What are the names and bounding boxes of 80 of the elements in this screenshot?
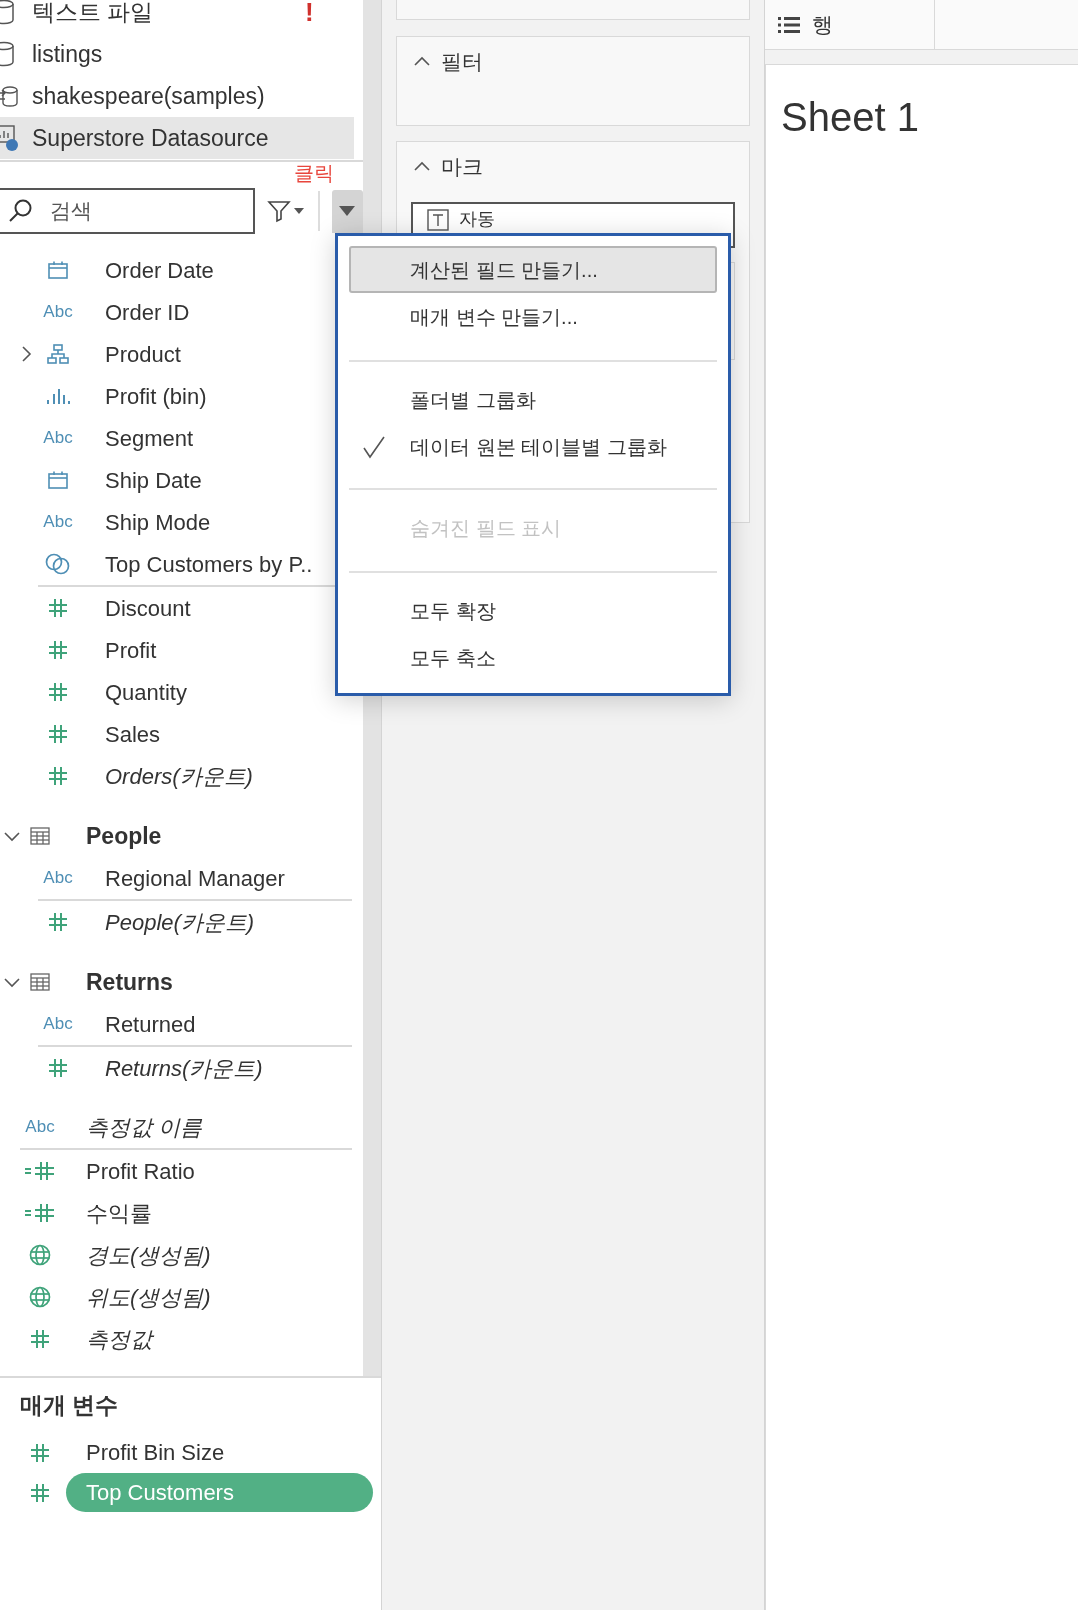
- sheet-title: Sheet 1: [781, 94, 920, 141]
- caret-icon: [294, 208, 304, 214]
- calculated-hash-icon: [25, 1161, 55, 1181]
- field-name[interactable]: Order Date: [105, 253, 214, 287]
- section-title: 매개 변수: [20, 1391, 120, 1420]
- table-name[interactable]: Returns: [86, 964, 173, 1000]
- parameter-item[interactable]: Profit Bin Size: [86, 1433, 225, 1472]
- data-source-item[interactable]: 텍스트 파일 !: [0, 0, 354, 33]
- field-name[interactable]: Ship Date: [105, 463, 202, 497]
- field-name[interactable]: 측정값: [86, 1322, 152, 1356]
- text-icon: [427, 209, 449, 231]
- table-icon: [30, 973, 50, 991]
- field-name[interactable]: Discount: [105, 591, 191, 625]
- field-name[interactable]: 경도(생성됨): [86, 1238, 211, 1272]
- field-name[interactable]: Returned: [105, 1007, 196, 1041]
- hash-icon: [48, 682, 68, 702]
- abc-icon: Abc: [43, 299, 73, 325]
- data-source-item[interactable]: listings: [0, 33, 354, 75]
- calendar-icon: [48, 471, 68, 489]
- field-name[interactable]: Order ID: [105, 295, 190, 329]
- field-name[interactable]: Profit Ratio: [86, 1154, 195, 1188]
- rows-shelf-label: 행: [765, 0, 935, 49]
- hash-icon: [30, 1482, 50, 1503]
- data-source-item[interactable]: Superstore Datasource: [0, 117, 354, 159]
- field-name[interactable]: Top Customers by P..: [105, 547, 313, 581]
- filter-button[interactable]: [267, 199, 304, 223]
- filter-icon: [267, 199, 291, 223]
- hash-icon: [48, 724, 68, 744]
- histogram-icon: [46, 387, 70, 405]
- calculated-hash-icon: [25, 1203, 55, 1223]
- calendar-icon: [48, 261, 68, 279]
- hash-icon: [48, 912, 68, 932]
- menu-item: 숨겨진 필드 표시: [409, 515, 563, 541]
- field-name[interactable]: Profit: [105, 633, 157, 667]
- card-title: 필터: [441, 49, 483, 76]
- abc-icon: Abc: [25, 1114, 55, 1140]
- field-name[interactable]: People(카운트): [105, 905, 255, 939]
- table-icon: [30, 827, 50, 845]
- field-name[interactable]: 위도(생성됨): [86, 1280, 211, 1314]
- menu-item[interactable]: 폴더별 그룹화: [349, 376, 717, 423]
- search-field[interactable]: 검색: [0, 188, 255, 234]
- abc-icon: Abc: [43, 1011, 73, 1037]
- hash-icon: [30, 1329, 50, 1349]
- field-name[interactable]: Regional Manager: [105, 861, 285, 895]
- hash-icon: [48, 1058, 68, 1078]
- field-name[interactable]: 측정값 이름: [86, 1110, 203, 1144]
- globe-icon: [29, 1244, 51, 1266]
- globe-icon: [29, 1286, 51, 1308]
- menu-item[interactable]: 매개 변수 만들기...: [349, 293, 717, 340]
- abc-icon: Abc: [43, 509, 73, 535]
- hierarchy-icon: [47, 344, 69, 364]
- search-icon: [8, 198, 34, 224]
- field-name[interactable]: Segment: [105, 421, 194, 455]
- field-name[interactable]: Profit (bin): [105, 379, 207, 413]
- menu-dropdown-button[interactable]: [331, 189, 363, 233]
- menu-item[interactable]: 모두 확장: [349, 587, 717, 634]
- annotation-label: 클릭: [294, 161, 334, 186]
- menu-item[interactable]: 계산된 필드 만들기...: [349, 246, 717, 293]
- hash-icon: [48, 766, 68, 786]
- table-name[interactable]: People: [86, 818, 162, 854]
- hash-icon: [30, 1442, 50, 1463]
- overlapping-circles-icon: [45, 553, 71, 575]
- caret-icon: [339, 206, 356, 216]
- hash-icon: [48, 598, 68, 618]
- hash-icon: [48, 640, 68, 660]
- data-source-item[interactable]: shakespeare(samples): [0, 75, 354, 117]
- menu-item[interactable]: 모두 축소: [349, 634, 717, 681]
- field-name[interactable]: Returns(카운트): [105, 1051, 263, 1085]
- abc-icon: Abc: [43, 425, 73, 451]
- field-name[interactable]: Orders(카운트): [105, 759, 253, 793]
- field-name[interactable]: Ship Mode: [105, 505, 211, 539]
- field-name[interactable]: Sales: [105, 717, 161, 751]
- list-icon: [778, 15, 800, 34]
- card-title: 마크: [441, 154, 483, 181]
- field-name[interactable]: Quantity: [105, 675, 187, 709]
- abc-icon: Abc: [43, 865, 73, 891]
- field-name[interactable]: Product: [105, 337, 181, 371]
- warning-mark: !: [305, 0, 314, 29]
- field-name[interactable]: 수익률: [86, 1196, 152, 1230]
- menu-item[interactable]: 데이터 원본 테이블별 그룹화: [349, 423, 717, 470]
